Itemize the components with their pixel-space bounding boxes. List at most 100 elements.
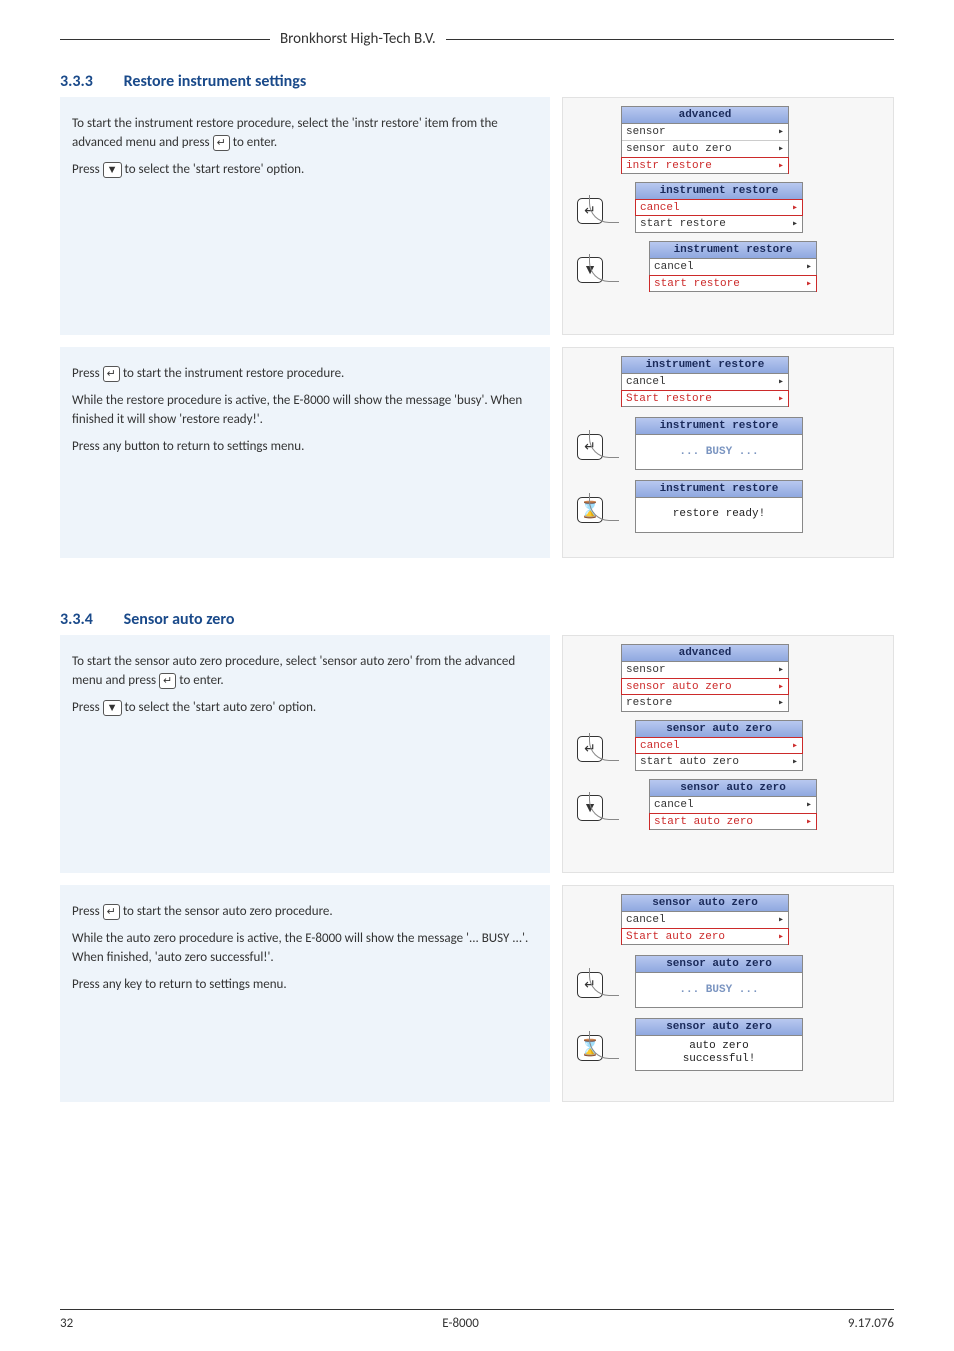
lcd-ready: instrument restore restore ready!	[635, 480, 803, 533]
section-heading-333: 3.3.3 Restore instrument settings	[60, 72, 894, 91]
lcd-title: instrument restore	[622, 357, 788, 374]
page-header-rule: Bronkhorst High-Tech B.V.	[60, 30, 894, 48]
lcd-advanced-menu: advanced sensor▸ sensor auto zero▸ instr…	[621, 106, 789, 174]
text: Press	[72, 700, 103, 715]
lcd-title: instrument restore	[636, 183, 802, 200]
lcd-item: sensor	[626, 664, 778, 676]
chevron-right-icon: ▸	[806, 261, 812, 273]
chevron-right-icon: ▸	[792, 218, 798, 230]
page-footer: 32 E-8000 9.17.076	[60, 1309, 894, 1331]
lcd-item: Start restore	[626, 393, 778, 405]
lcd-title: instrument restore	[636, 418, 802, 435]
lcd-item: Start auto zero	[626, 931, 778, 943]
lcd-autozero-menu-2: sensor auto zero cancel▸ start auto zero…	[649, 779, 817, 830]
rule-left	[60, 39, 270, 40]
text: Press	[72, 366, 103, 381]
text: to enter.	[233, 135, 277, 150]
text: to select the 'start auto zero' option.	[125, 700, 317, 715]
panel-334b-text: Press ↵ to start the sensor auto zero pr…	[60, 885, 550, 1102]
lcd-item: start auto zero	[640, 756, 792, 768]
chevron-right-icon: ▸	[778, 143, 784, 155]
chevron-right-icon: ▸	[778, 160, 784, 172]
panel-333a-screens: advanced sensor▸ sensor auto zero▸ instr…	[562, 97, 894, 335]
chevron-right-icon: ▸	[806, 799, 812, 811]
chevron-right-icon: ▸	[778, 931, 784, 943]
lcd-restore-menu-2: instrument restore cancel▸ start restore…	[649, 241, 817, 292]
section-title: Sensor auto zero	[124, 610, 235, 629]
lcd-item: start restore	[654, 278, 806, 290]
text: While the restore procedure is active, t…	[72, 392, 538, 430]
section-number: 3.3.4	[60, 610, 120, 629]
enter-key-icon: ↵	[213, 135, 230, 151]
chevron-right-icon: ▸	[792, 202, 798, 214]
panel-333b-screens: instrument restore cancel▸ Start restore…	[562, 347, 894, 558]
lcd-title: sensor auto zero	[650, 780, 816, 797]
text: to enter.	[179, 673, 223, 688]
chevron-right-icon: ▸	[778, 664, 784, 676]
panel-333a: To start the instrument restore procedur…	[60, 97, 894, 335]
text: Press any button to return to settings m…	[72, 438, 538, 457]
section-title: Restore instrument settings	[124, 72, 307, 91]
lcd-success-text: auto zero successful!	[636, 1036, 802, 1070]
text: Press any key to return to settings menu…	[72, 976, 538, 995]
text: to select the 'start restore' option.	[125, 162, 305, 177]
chevron-right-icon: ▸	[778, 126, 784, 138]
chevron-right-icon: ▸	[778, 914, 784, 926]
panel-334a-text: To start the sensor auto zero procedure,…	[60, 635, 550, 873]
rule-right	[446, 39, 894, 40]
lcd-title: instrument restore	[650, 242, 816, 259]
lcd-item: start restore	[640, 218, 792, 230]
lcd-title: sensor auto zero	[622, 895, 788, 912]
lcd-start-restore: instrument restore cancel▸ Start restore…	[621, 356, 789, 407]
lcd-title: sensor auto zero	[636, 1019, 802, 1036]
lcd-busy-text: ... BUSY ...	[636, 435, 802, 469]
lcd-item: sensor auto zero	[626, 143, 778, 155]
lcd-advanced-menu-2: advanced sensor▸ sensor auto zero▸ resto…	[621, 644, 789, 712]
text: While the auto zero procedure is active,…	[72, 930, 538, 968]
lcd-title: sensor auto zero	[636, 956, 802, 973]
lcd-title: instrument restore	[636, 481, 802, 498]
chevron-right-icon: ▸	[792, 740, 798, 752]
panel-334b-screens: sensor auto zero cancel▸ Start auto zero…	[562, 885, 894, 1102]
page-number: 32	[60, 1316, 73, 1331]
section-heading-334: 3.3.4 Sensor auto zero	[60, 610, 894, 629]
down-key-icon: ▼	[103, 162, 122, 178]
lcd-title: advanced	[622, 645, 788, 662]
down-key-icon: ▼	[103, 700, 122, 716]
lcd-title: advanced	[622, 107, 788, 124]
lcd-item: instr restore	[626, 160, 778, 172]
chevron-right-icon: ▸	[806, 816, 812, 828]
lcd-item: cancel	[626, 376, 778, 388]
chevron-right-icon: ▸	[778, 393, 784, 405]
lcd-item: start auto zero	[654, 816, 806, 828]
text: Press	[72, 162, 103, 177]
lcd-autozero-busy: sensor auto zero ... BUSY ...	[635, 955, 803, 1008]
text: to start the sensor auto zero procedure.	[123, 904, 333, 919]
text: To start the sensor auto zero procedure,…	[72, 654, 515, 688]
lcd-busy-text: ... BUSY ...	[636, 973, 802, 1007]
lcd-restore-menu: instrument restore cancel▸ start restore…	[635, 182, 803, 233]
chevron-right-icon: ▸	[778, 376, 784, 388]
lcd-item: sensor	[626, 126, 778, 138]
lcd-item: cancel	[640, 202, 792, 214]
lcd-item: restore	[626, 697, 778, 709]
chevron-right-icon: ▸	[792, 756, 798, 768]
enter-key-icon: ↵	[103, 904, 120, 920]
product-name: E-8000	[442, 1316, 479, 1331]
panel-334a: To start the sensor auto zero procedure,…	[60, 635, 894, 873]
panel-334b: Press ↵ to start the sensor auto zero pr…	[60, 885, 894, 1102]
panel-333a-text: To start the instrument restore procedur…	[60, 97, 550, 335]
panel-334a-screens: advanced sensor▸ sensor auto zero▸ resto…	[562, 635, 894, 873]
text: Press	[72, 904, 103, 919]
panel-333b-text: Press ↵ to start the instrument restore …	[60, 347, 550, 558]
chevron-right-icon: ▸	[778, 681, 784, 693]
panel-333b: Press ↵ to start the instrument restore …	[60, 347, 894, 558]
lcd-item: cancel	[640, 740, 792, 752]
enter-key-icon: ↵	[159, 673, 176, 689]
enter-key-icon: ↵	[103, 366, 120, 382]
company-name: Bronkhorst High-Tech B.V.	[270, 30, 446, 48]
text: To start the instrument restore procedur…	[72, 116, 498, 150]
lcd-busy: instrument restore ... BUSY ...	[635, 417, 803, 470]
lcd-start-autozero: sensor auto zero cancel▸ Start auto zero…	[621, 894, 789, 945]
chevron-right-icon: ▸	[806, 278, 812, 290]
